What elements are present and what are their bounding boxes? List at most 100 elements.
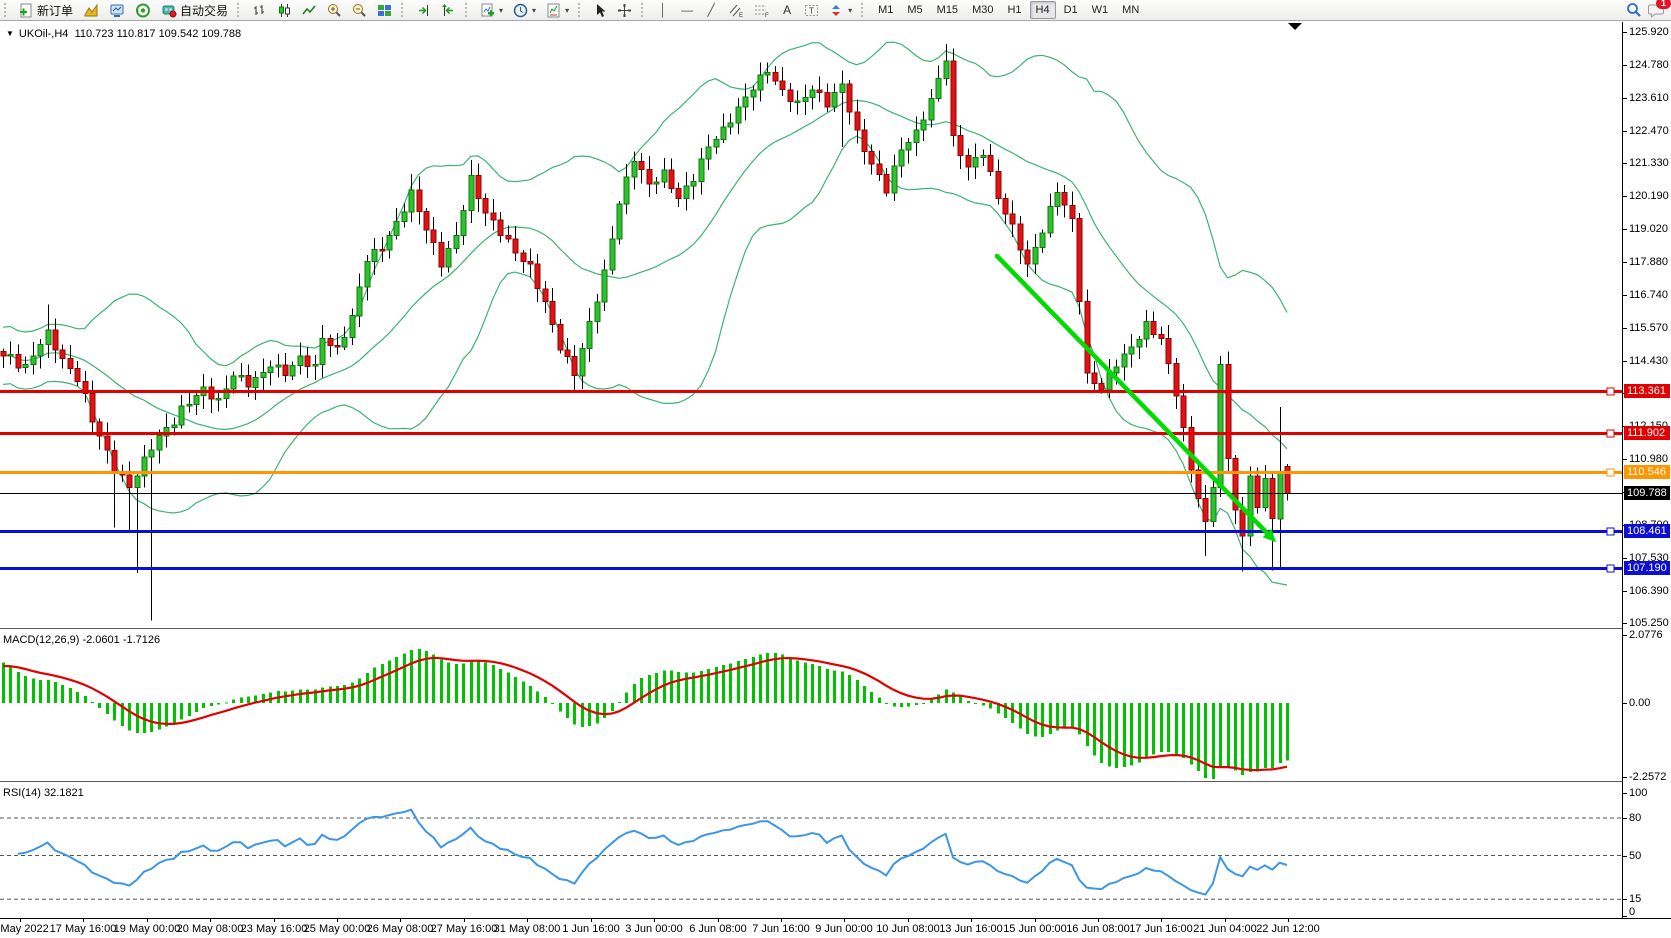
zoom-out-button[interactable]: [348, 0, 371, 20]
hline-tool-button[interactable]: —: [676, 0, 698, 20]
time-label: 23 May 16:00: [241, 923, 308, 935]
arrows-tool-icon: [829, 3, 844, 18]
label-tool-button[interactable]: T: [800, 0, 823, 20]
auto-scroll-button[interactable]: [412, 0, 435, 20]
search-icon[interactable]: [1626, 2, 1642, 18]
bull-candle: [387, 236, 392, 250]
bar-chart-icon: [252, 3, 267, 18]
time-axis[interactable]: 6 May 202217 May 16:0019 May 00:0020 May…: [0, 918, 1671, 938]
periods-button[interactable]: ▾: [509, 0, 540, 20]
macd-pane[interactable]: [0, 632, 1622, 781]
bull-candle: [23, 364, 28, 367]
timeframe-m1-button[interactable]: M1: [872, 1, 899, 19]
bull-candle: [691, 181, 696, 186]
macd-bar: [536, 692, 539, 704]
signals-button[interactable]: [131, 0, 155, 20]
bull-candle: [1129, 347, 1134, 354]
fibonacci-tool-button[interactable]: F: [750, 0, 774, 20]
rsi-tick-mark: [1623, 793, 1627, 794]
price-tick-label: 117.880: [1629, 256, 1668, 268]
timeframe-d1-button[interactable]: D1: [1058, 1, 1084, 19]
bear-candle: [498, 220, 503, 236]
macd-bar: [1086, 703, 1089, 746]
macd-bar: [1227, 703, 1230, 767]
bull-candle: [350, 316, 355, 338]
macd-bar: [1138, 703, 1141, 762]
price-tick-mark: [1623, 361, 1627, 362]
price-axis[interactable]: 125.920124.780123.610122.470121.330120.1…: [1622, 22, 1671, 918]
bear-candle: [550, 301, 555, 324]
timeframe-h1-button[interactable]: H1: [1001, 1, 1027, 19]
time-tick-mark: [20, 919, 21, 922]
bear-candle: [380, 249, 385, 251]
channel-tool-button[interactable]: E: [724, 0, 748, 20]
time-tick-mark: [274, 919, 275, 922]
price-line-badge: 107.190: [1624, 561, 1670, 575]
chat-button[interactable]: 1: [1648, 2, 1665, 18]
macd-bar: [804, 663, 807, 704]
time-tick-mark: [400, 919, 401, 922]
bar-chart-button[interactable]: [248, 0, 271, 20]
zoom-in-button[interactable]: [323, 0, 346, 20]
tile-windows-icon: [377, 3, 392, 18]
arrows-tool-button[interactable]: ▾: [825, 0, 856, 20]
bull-candle: [409, 190, 414, 212]
timeframe-m15-button[interactable]: M15: [931, 1, 964, 19]
bull-candle: [580, 348, 585, 375]
bull-candle: [595, 302, 600, 322]
time-label: 6 May 2022: [0, 923, 49, 935]
timeframe-m5-button[interactable]: M5: [901, 1, 928, 19]
bull-candle: [1033, 247, 1038, 264]
timeframe-w1-button[interactable]: W1: [1086, 1, 1115, 19]
timeframe-h4-button[interactable]: H4: [1030, 1, 1056, 19]
timeframe-m30-button[interactable]: M30: [966, 1, 999, 19]
time-tick-mark: [1035, 919, 1036, 922]
macd-bar: [1219, 703, 1222, 768]
price-pane[interactable]: [0, 22, 1622, 628]
horizontal-lines-layer[interactable]: [0, 388, 1622, 572]
cursor-tool-button[interactable]: [589, 0, 611, 20]
chart-shift-button[interactable]: [437, 0, 460, 20]
rsi-pane[interactable]: [0, 785, 1622, 918]
toolbar-grip: [641, 3, 648, 17]
trendline-tool-button[interactable]: ╱: [700, 0, 722, 20]
bear-candle: [565, 350, 570, 357]
tile-windows-button[interactable]: [373, 0, 396, 20]
macd-bar: [1115, 703, 1118, 768]
bear-candle: [862, 130, 867, 152]
template-button[interactable]: ▾: [542, 0, 573, 20]
timeframe-mn-button[interactable]: MN: [1116, 1, 1145, 19]
bull-candle: [803, 97, 808, 101]
macd-bar: [952, 692, 955, 703]
bollinger-lower-band: [3, 136, 1287, 585]
vline-tool-button[interactable]: │: [652, 0, 674, 20]
candle-chart-button[interactable]: [273, 0, 296, 20]
toolbar-grip: [465, 3, 472, 17]
new-order-label: 新订单: [37, 2, 73, 19]
price-tick-mark: [1623, 196, 1627, 197]
macd-bar: [1123, 703, 1126, 767]
price-tick-label: 119.020: [1629, 223, 1668, 235]
macd-bar: [113, 703, 116, 721]
macd-bar: [781, 655, 784, 703]
vline-tool-icon: │: [656, 3, 670, 17]
time-label: 26 May 08:00: [367, 923, 434, 935]
macd-bar: [150, 703, 153, 732]
bull-candle: [684, 186, 689, 199]
text-tool-button[interactable]: A: [776, 0, 798, 20]
terminal-button[interactable]: [105, 0, 129, 20]
crosshair-tool-button[interactable]: [613, 0, 636, 20]
line-chart-button[interactable]: [298, 0, 321, 20]
bull-candle: [261, 373, 266, 378]
bull-candle: [706, 147, 711, 159]
charts-gallery-button[interactable]: [79, 0, 103, 20]
chart-window[interactable]: ▼UKOil-,H4 110.723 110.817 109.542 109.7…: [0, 21, 1671, 937]
macd-bar: [1286, 703, 1289, 761]
bull-candle: [290, 366, 295, 376]
macd-bar: [1249, 703, 1252, 772]
one-click-trading-arrow-icon[interactable]: ▼: [6, 29, 14, 38]
autotrading-button[interactable]: 自动交易: [157, 0, 232, 20]
new-order-button[interactable]: 新订单: [15, 0, 77, 20]
new-chart-button[interactable]: ▾: [476, 0, 507, 20]
macd-bar: [989, 703, 992, 709]
